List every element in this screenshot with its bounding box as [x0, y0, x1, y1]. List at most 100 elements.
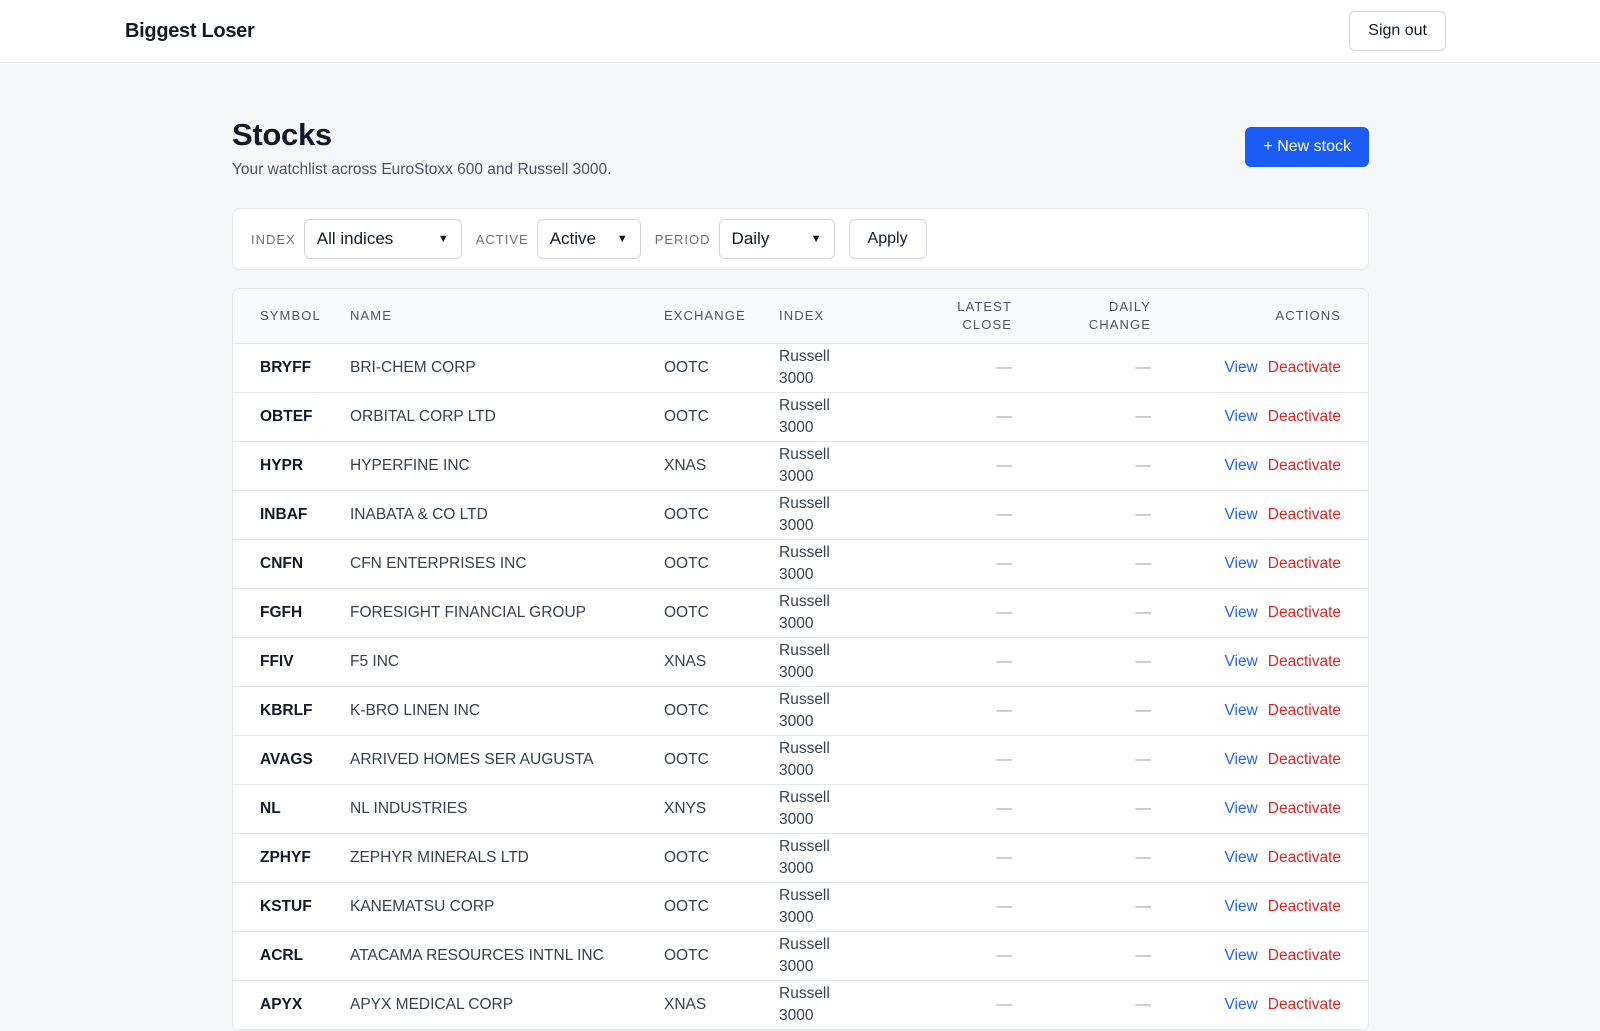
deactivate-link[interactable]: Deactivate: [1268, 800, 1341, 817]
page-header: Stocks Your watchlist across EuroStoxx 6…: [232, 117, 1369, 179]
deactivate-link[interactable]: Deactivate: [1268, 604, 1341, 621]
column-header-name[interactable]: NAME: [350, 289, 664, 343]
deactivate-link[interactable]: Deactivate: [1268, 702, 1341, 719]
name-cell: ZEPHYR MINERALS LTD: [350, 848, 529, 866]
view-link[interactable]: View: [1224, 996, 1257, 1013]
table-row: KBRLF K-BRO LINEN INC OOTC Russell 3000 …: [233, 686, 1368, 735]
view-link[interactable]: View: [1224, 457, 1257, 474]
view-link[interactable]: View: [1224, 604, 1257, 621]
view-link[interactable]: View: [1224, 800, 1257, 817]
deactivate-link[interactable]: Deactivate: [1268, 849, 1341, 866]
view-link[interactable]: View: [1224, 555, 1257, 572]
stocks-table-container: SYMBOL NAME EXCHANGE INDEX LATEST CLOSE …: [232, 288, 1369, 1031]
new-stock-button[interactable]: + New stock: [1245, 127, 1369, 167]
latest-close-cell: —: [996, 554, 1013, 572]
index-line2: 3000: [779, 810, 814, 828]
daily-change-cell: —: [1135, 995, 1152, 1013]
daily-change-cell: —: [1135, 799, 1152, 817]
exchange-cell: OOTC: [664, 407, 709, 425]
name-cell: ARRIVED HOMES SER AUGUSTA: [350, 750, 594, 768]
index-line1: Russell: [779, 592, 830, 610]
index-cell: Russell 3000: [779, 343, 879, 392]
view-link[interactable]: View: [1224, 947, 1257, 964]
table-row: BRYFF BRI-CHEM CORP OOTC Russell 3000 — …: [233, 343, 1368, 392]
name-cell: HYPERFINE INC: [350, 456, 470, 474]
active-select[interactable]: Active ▼: [536, 219, 641, 259]
apply-button[interactable]: Apply: [848, 219, 927, 259]
index-filter-label: INDEX: [251, 231, 296, 247]
column-header-index[interactable]: INDEX: [779, 289, 879, 343]
exchange-cell: XNAS: [664, 456, 707, 474]
name-cell: FORESIGHT FINANCIAL GROUP: [350, 603, 586, 621]
index-cell: Russell 3000: [779, 490, 879, 539]
exchange-cell: OOTC: [664, 358, 709, 376]
actions-cell: View Deactivate: [1151, 637, 1368, 686]
view-link[interactable]: View: [1224, 702, 1257, 719]
deactivate-link[interactable]: Deactivate: [1268, 359, 1341, 376]
latest-close-header-line1: LATEST: [957, 298, 1012, 314]
deactivate-link[interactable]: Deactivate: [1268, 408, 1341, 425]
symbol-cell: BRYFF: [260, 358, 312, 376]
view-link[interactable]: View: [1224, 898, 1257, 915]
index-line2: 3000: [779, 663, 814, 681]
view-link[interactable]: View: [1224, 506, 1257, 523]
index-cell: Russell 3000: [779, 784, 879, 833]
chevron-down-icon: ▼: [616, 233, 628, 245]
deactivate-link[interactable]: Deactivate: [1268, 653, 1341, 670]
latest-close-cell: —: [996, 407, 1013, 425]
column-header-daily-change[interactable]: DAILY CHANGE: [1012, 289, 1151, 343]
name-cell: F5 INC: [350, 652, 400, 670]
symbol-cell: CNFN: [260, 554, 304, 572]
deactivate-link[interactable]: Deactivate: [1268, 947, 1341, 964]
index-line2: 3000: [779, 369, 814, 387]
chevron-down-icon: ▼: [437, 233, 449, 245]
table-row: APYX APYX MEDICAL CORP XNAS Russell 3000…: [233, 980, 1368, 1029]
sign-out-button[interactable]: Sign out: [1349, 11, 1446, 51]
index-line1: Russell: [779, 788, 830, 806]
actions-cell: View Deactivate: [1151, 784, 1368, 833]
index-line1: Russell: [779, 494, 830, 512]
deactivate-link[interactable]: Deactivate: [1268, 555, 1341, 572]
index-cell: Russell 3000: [779, 539, 879, 588]
column-header-exchange[interactable]: EXCHANGE: [664, 289, 779, 343]
exchange-cell: OOTC: [664, 554, 709, 572]
index-cell: Russell 3000: [779, 833, 879, 882]
latest-close-cell: —: [996, 456, 1013, 474]
index-line2: 3000: [779, 614, 814, 632]
column-header-symbol[interactable]: SYMBOL: [233, 289, 350, 343]
index-line1: Russell: [779, 739, 830, 757]
name-cell: BRI-CHEM CORP: [350, 358, 476, 376]
latest-close-cell: —: [996, 358, 1013, 376]
active-select-value: Active: [549, 229, 596, 248]
index-select[interactable]: All indices ▼: [303, 219, 462, 259]
deactivate-link[interactable]: Deactivate: [1268, 751, 1341, 768]
name-cell: NL INDUSTRIES: [350, 799, 468, 817]
latest-close-cell: —: [996, 750, 1013, 768]
latest-close-cell: —: [996, 652, 1013, 670]
actions-cell: View Deactivate: [1151, 343, 1368, 392]
view-link[interactable]: View: [1224, 359, 1257, 376]
daily-change-cell: —: [1135, 358, 1152, 376]
view-link[interactable]: View: [1224, 849, 1257, 866]
actions-cell: View Deactivate: [1151, 980, 1368, 1029]
period-select[interactable]: Daily ▼: [718, 219, 835, 259]
symbol-cell: ACRL: [260, 946, 304, 964]
daily-change-cell: —: [1135, 750, 1152, 768]
exchange-cell: OOTC: [664, 701, 709, 719]
view-link[interactable]: View: [1224, 751, 1257, 768]
name-cell: CFN ENTERPRISES INC: [350, 554, 527, 572]
latest-close-cell: —: [996, 603, 1013, 621]
exchange-cell: OOTC: [664, 897, 709, 915]
table-row: ZPHYF ZEPHYR MINERALS LTD OOTC Russell 3…: [233, 833, 1368, 882]
brand-logo[interactable]: Biggest Loser: [125, 20, 255, 43]
column-header-latest-close[interactable]: LATEST CLOSE: [879, 289, 1012, 343]
deactivate-link[interactable]: Deactivate: [1268, 457, 1341, 474]
view-link[interactable]: View: [1224, 653, 1257, 670]
table-row: OBTEF ORBITAL CORP LTD OOTC Russell 3000…: [233, 392, 1368, 441]
actions-cell: View Deactivate: [1151, 539, 1368, 588]
deactivate-link[interactable]: Deactivate: [1268, 506, 1341, 523]
index-line2: 3000: [779, 418, 814, 436]
deactivate-link[interactable]: Deactivate: [1268, 898, 1341, 915]
view-link[interactable]: View: [1224, 408, 1257, 425]
deactivate-link[interactable]: Deactivate: [1268, 996, 1341, 1013]
